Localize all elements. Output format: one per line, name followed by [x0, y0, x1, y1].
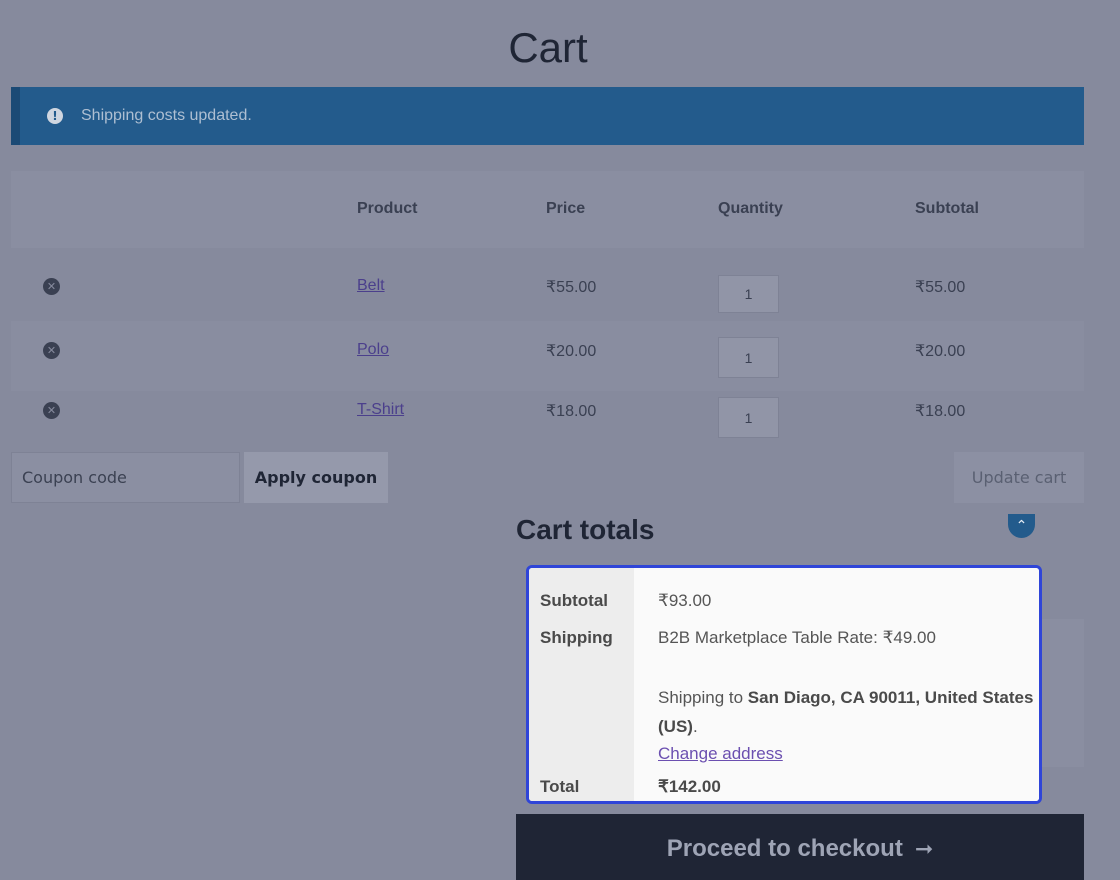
header-price: Price [546, 200, 586, 217]
change-address-link[interactable]: Change address [658, 744, 783, 764]
proceed-to-checkout-button[interactable]: Proceed to checkout ➞ [516, 814, 1084, 880]
arrow-right-icon: ➞ [914, 836, 934, 862]
product-link[interactable]: Polo [357, 341, 389, 359]
update-cart-button[interactable]: Update cart [954, 452, 1084, 503]
apply-coupon-button[interactable]: Apply coupon [244, 452, 388, 503]
product-link[interactable]: T-Shirt [357, 401, 404, 419]
shipping-label: Shipping [540, 628, 613, 647]
header-product: Product [357, 200, 418, 217]
quantity-input[interactable] [718, 397, 779, 438]
totals-backdrop [1040, 619, 1084, 767]
subtotal-value: ₹93.00 [658, 591, 712, 610]
table-header: Product Price Quantity Subtotal [11, 171, 1084, 248]
header-quantity: Quantity [718, 200, 783, 217]
total-value: ₹142.00 [658, 777, 721, 796]
page-title: Cart [508, 24, 588, 71]
shipping-to-suffix: . [692, 717, 698, 736]
table-row: ✕ T-Shirt ₹18.00 ₹18.00 [11, 391, 1084, 448]
item-price: ₹55.00 [546, 279, 597, 296]
remove-item-icon[interactable]: ✕ [43, 402, 60, 419]
table-row: ✕ Polo ₹20.00 ₹20.00 [11, 321, 1084, 391]
total-label: Total [540, 777, 580, 796]
remove-item-icon[interactable]: ✕ [43, 278, 60, 295]
shipping-to-prefix: Shipping to [658, 688, 748, 707]
quantity-input[interactable] [718, 337, 779, 378]
checkout-label: Proceed to checkout [666, 835, 903, 862]
item-subtotal: ₹20.00 [915, 343, 966, 360]
item-price: ₹20.00 [546, 343, 597, 360]
shipping-destination-line1: San Diago, CA 90011, United States [747, 688, 1034, 707]
subtotal-label: Subtotal [540, 591, 608, 610]
header-subtotal: Subtotal [915, 200, 979, 217]
info-icon: ! [47, 108, 63, 124]
remove-item-icon[interactable]: ✕ [43, 342, 60, 359]
shipping-destination: Shipping to San Diago, CA 90011, United … [658, 683, 1038, 741]
cart-table: Product Price Quantity Subtotal ✕ Belt ₹… [11, 171, 1084, 448]
shipping-method: B2B Marketplace Table Rate: ₹49.00 [658, 628, 936, 647]
notice-text: Shipping costs updated. [81, 107, 252, 124]
product-link[interactable]: Belt [357, 277, 385, 295]
shipping-destination-line2: (US) [658, 717, 693, 736]
item-subtotal: ₹55.00 [915, 279, 966, 296]
coupon-input[interactable] [11, 452, 240, 503]
cart-totals-heading: Cart totals [516, 514, 655, 545]
shipping-notice: ! Shipping costs updated. [11, 87, 1084, 145]
quantity-input[interactable] [718, 275, 779, 313]
table-row: ✕ Belt ₹55.00 ₹55.00 [11, 251, 1084, 321]
item-price: ₹18.00 [546, 403, 597, 420]
item-subtotal: ₹18.00 [915, 403, 966, 420]
chevron-up-icon[interactable]: ⌃ [1008, 514, 1035, 538]
cart-totals-table: Subtotal ₹93.00 Shipping B2B Marketplace… [526, 565, 1042, 804]
